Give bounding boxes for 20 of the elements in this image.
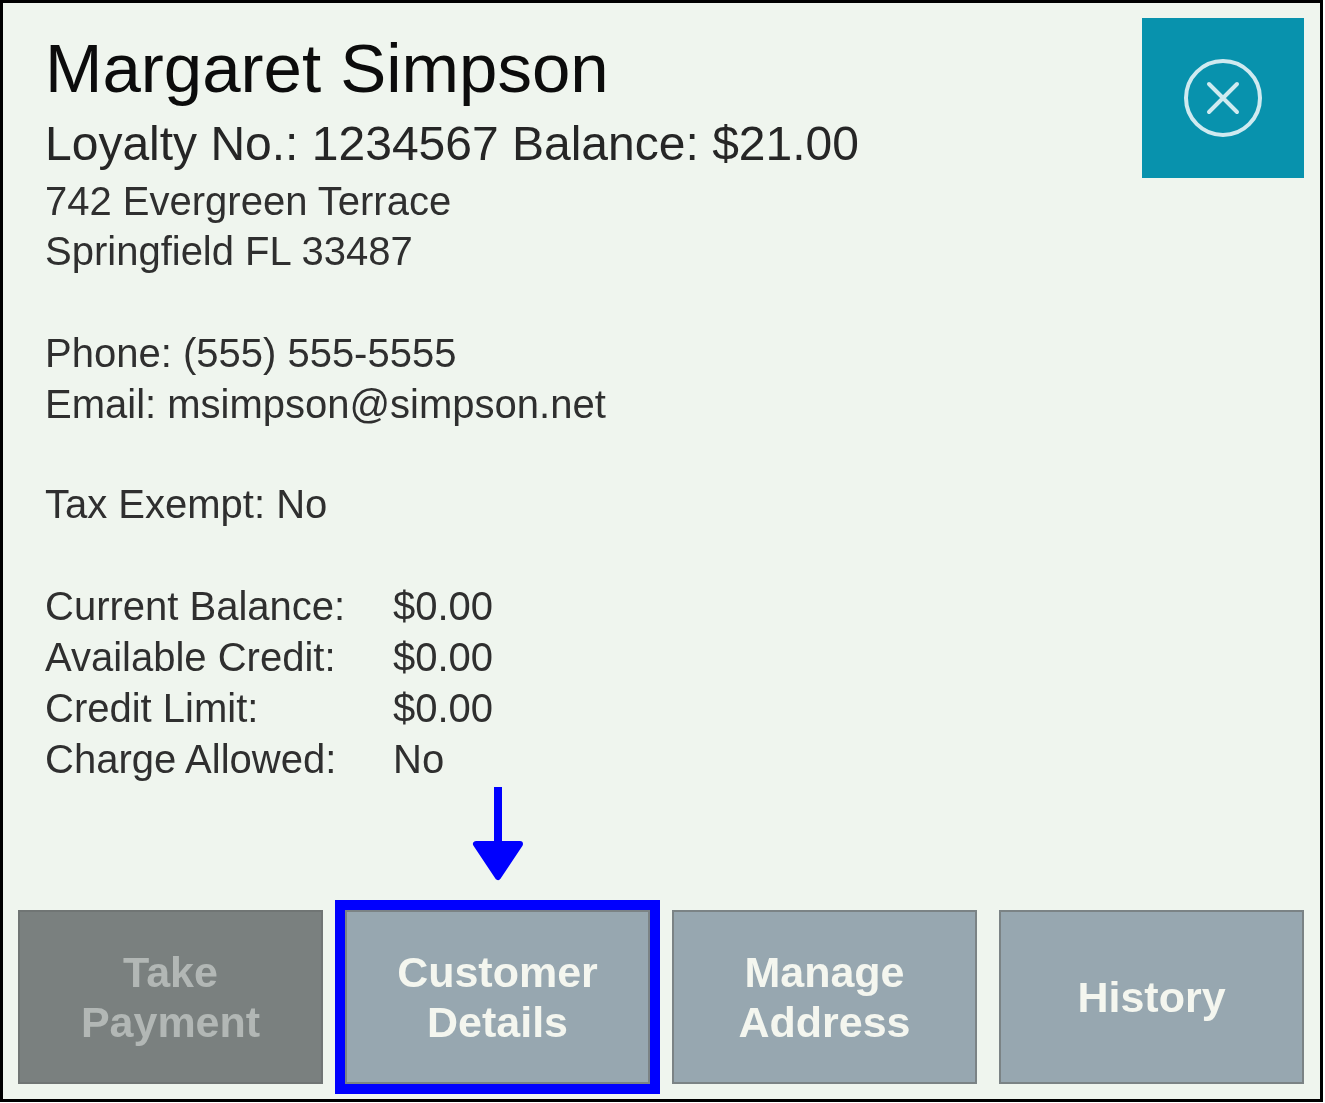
action-button[interactable]: Customer Details <box>345 910 650 1084</box>
account-value: $0.00 <box>393 583 494 630</box>
address-line: 742 Evergreen Terrace <box>45 178 452 225</box>
account-label: Credit Limit: <box>45 685 259 732</box>
address-line: Springfield FL 33487 <box>45 228 413 275</box>
account-value: $0.00 <box>393 634 494 681</box>
account-value: No <box>393 736 445 783</box>
action-button[interactable]: History <box>999 910 1304 1084</box>
loyalty-balance-text: Loyalty No.: 1234567 Balance: $21.00 <box>45 119 859 169</box>
close-button[interactable] <box>1142 18 1304 178</box>
account-label: Current Balance: <box>45 583 346 630</box>
tax-exempt-text: Tax Exempt: No <box>45 481 328 528</box>
account-label: Charge Allowed: <box>45 736 337 783</box>
customer-name: Margaret Simpson <box>45 33 609 105</box>
contact-line: Phone: (555) 555-5555 <box>45 330 457 377</box>
close-icon <box>1183 58 1263 138</box>
account-value: $0.00 <box>393 685 494 732</box>
action-button[interactable]: Manage Address <box>672 910 977 1084</box>
contact-line: Email: msimpson@simpson.net <box>45 381 606 428</box>
account-label: Available Credit: <box>45 634 336 681</box>
